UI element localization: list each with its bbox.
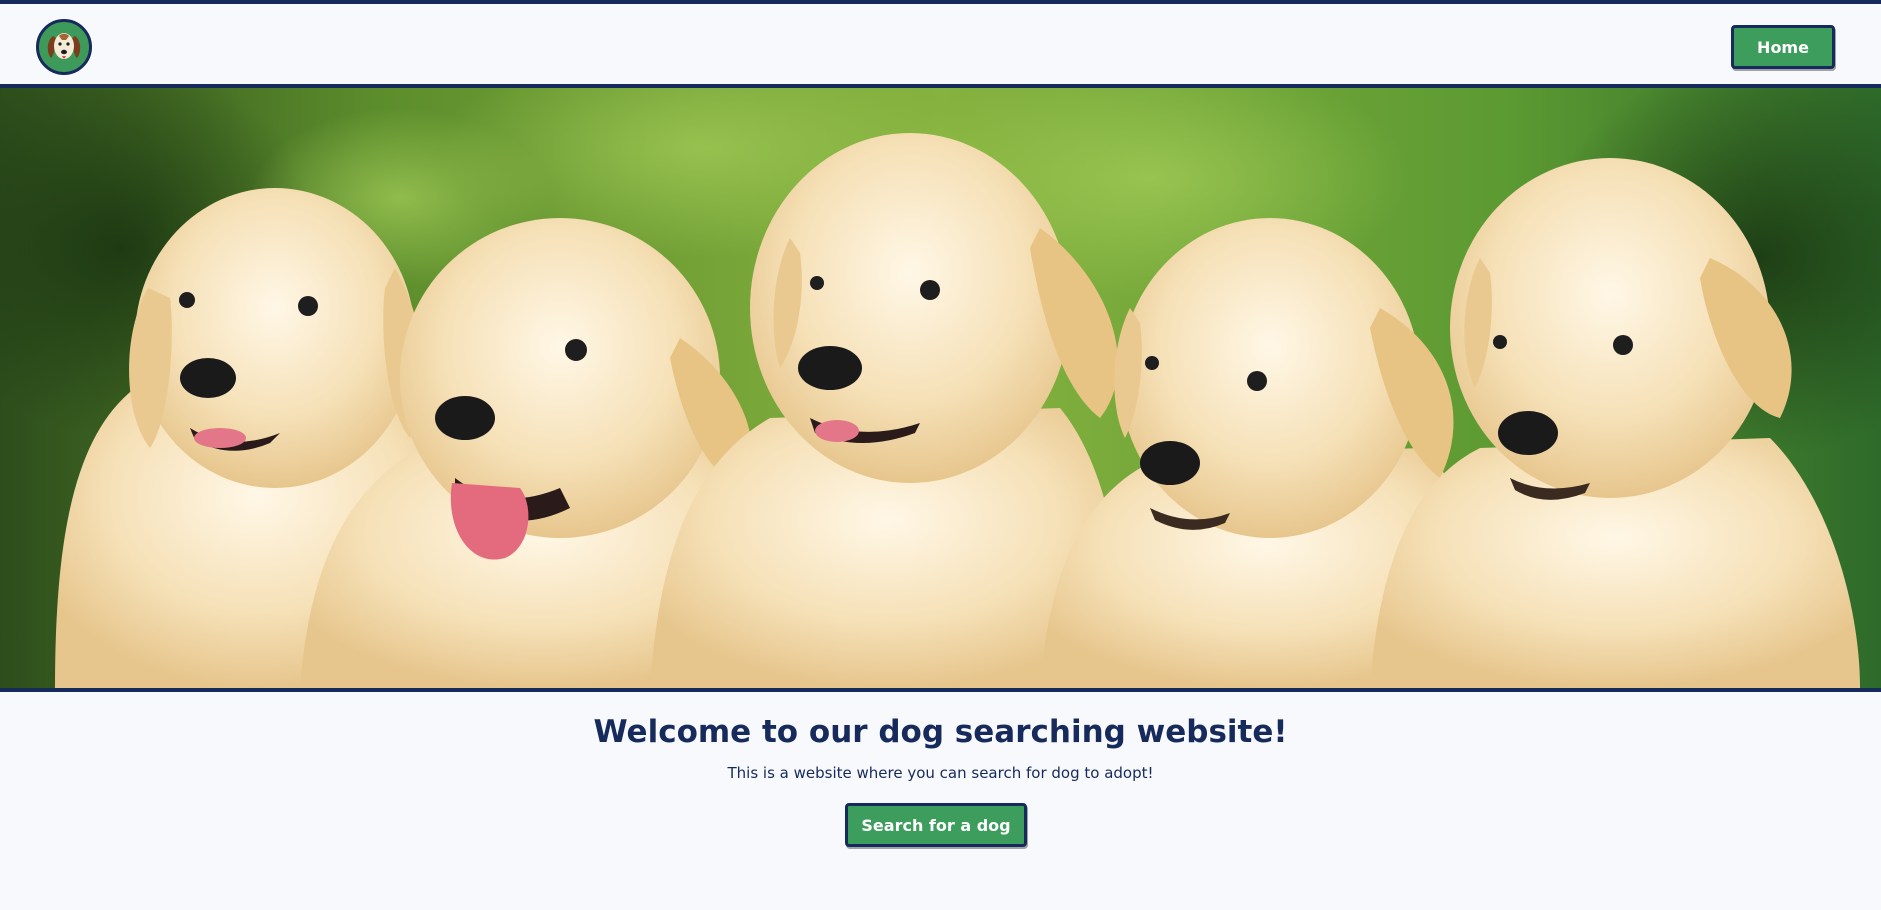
welcome-title: Welcome to our dog searching website! xyxy=(593,714,1288,750)
puppies-photo xyxy=(0,88,1881,688)
hero-image xyxy=(0,88,1881,692)
dog-face-icon xyxy=(47,33,81,59)
search-dog-button[interactable]: Search for a dog xyxy=(845,803,1027,847)
home-button[interactable]: Home xyxy=(1731,25,1835,69)
welcome-subtitle: This is a website where you can search f… xyxy=(727,764,1154,782)
site-header: Home xyxy=(0,0,1881,88)
page: Home Welcome to our dog searching websit… xyxy=(0,0,1881,910)
site-logo[interactable] xyxy=(36,19,92,75)
